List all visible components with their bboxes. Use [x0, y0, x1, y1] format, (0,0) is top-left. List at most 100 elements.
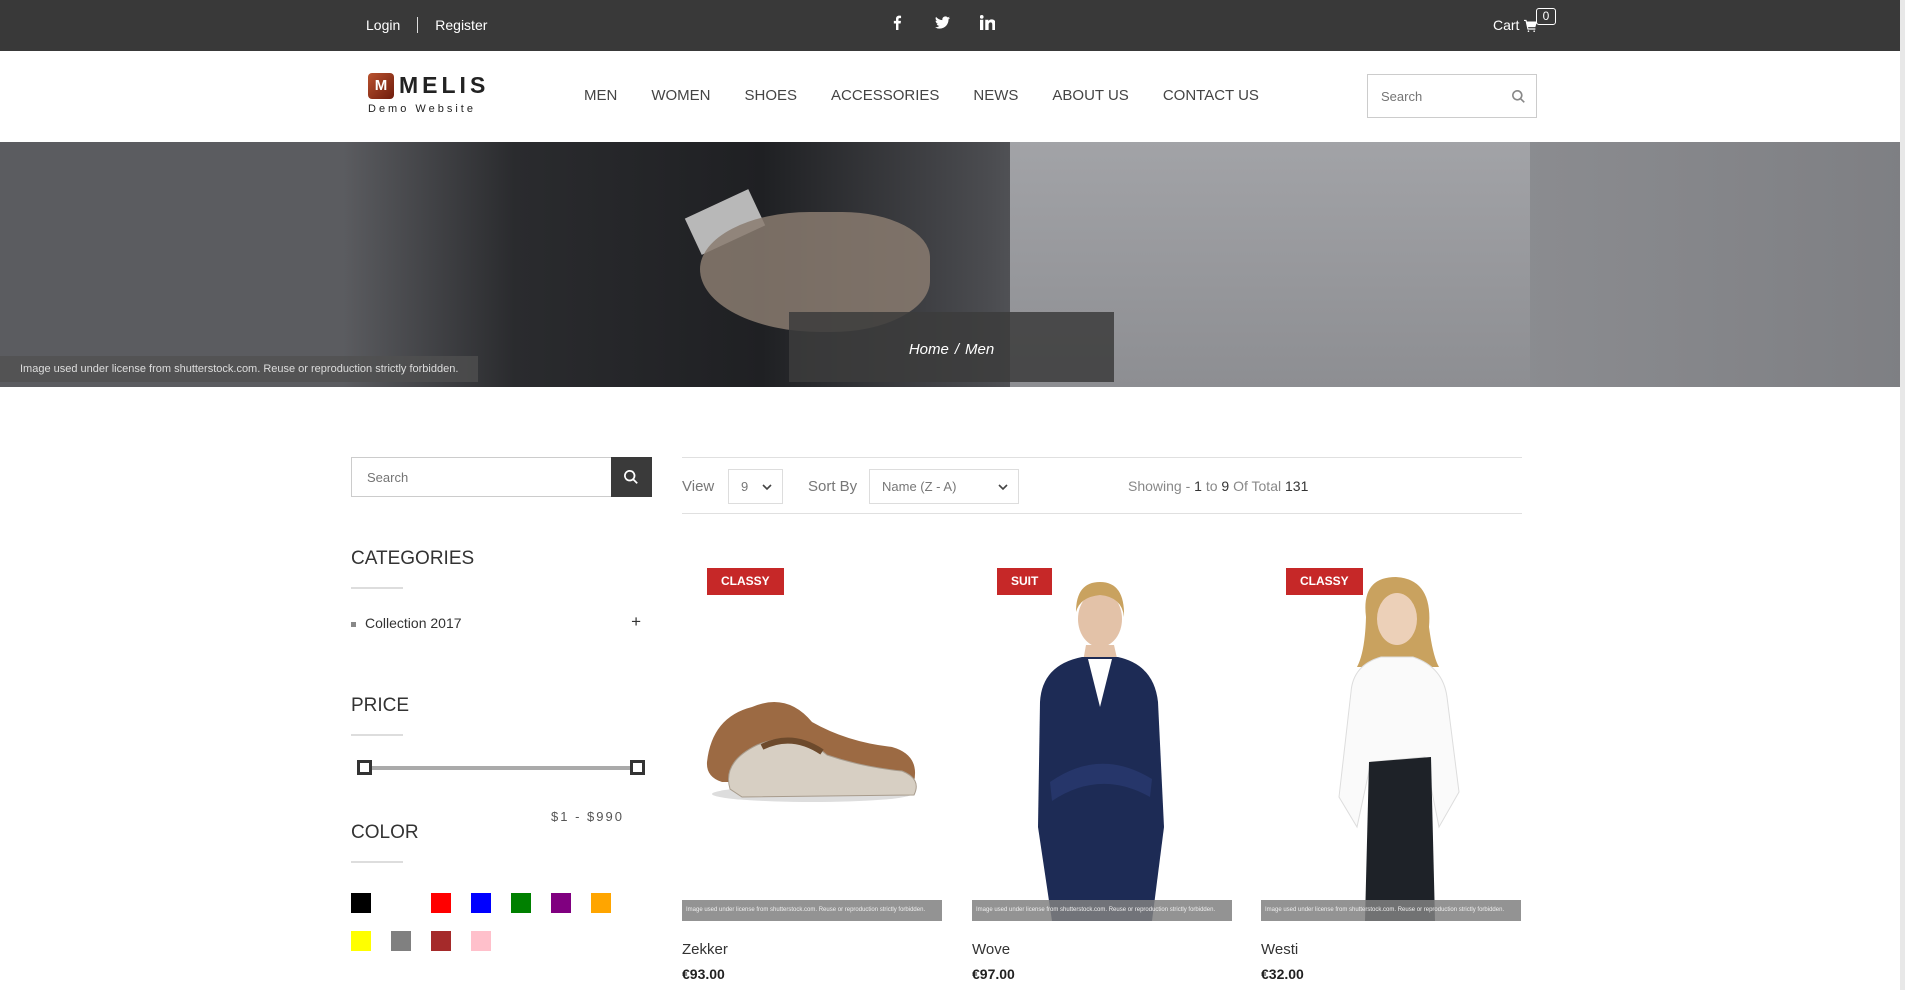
register-link[interactable]: Register: [435, 17, 487, 33]
nav-item-news[interactable]: NEWS: [973, 87, 1018, 104]
price-range-label: $1 - $990: [551, 809, 624, 824]
sidebar-search-input[interactable]: [352, 458, 607, 496]
sidebar-search: [351, 457, 652, 497]
color-swatch[interactable]: [391, 893, 411, 913]
cart-count-badge: 0: [1536, 8, 1556, 25]
category-bullet: [351, 621, 356, 627]
top-bar: Login Register Cart 0: [0, 0, 1905, 51]
price-slider-track[interactable]: [357, 766, 645, 770]
product-badge: SUIT: [997, 568, 1053, 595]
product-image[interactable]: CLASSY Image used under license from shu…: [1261, 557, 1521, 921]
sort-select[interactable]: Name (Z - A): [869, 469, 1019, 504]
chevron-down-icon: [998, 484, 1008, 491]
product-card[interactable]: SUIT Image used under license from shutt…: [972, 557, 1232, 982]
color-swatch[interactable]: [471, 893, 491, 913]
hero-license-text: Image used under license from shuttersto…: [0, 356, 479, 382]
color-swatch[interactable]: [471, 931, 491, 951]
product-image[interactable]: SUIT Image used under license from shutt…: [972, 557, 1232, 921]
product-price: €93.00: [682, 966, 725, 982]
social-links: [890, 15, 995, 30]
auth-links: Login Register: [366, 17, 487, 33]
cart-link[interactable]: Cart 0: [1493, 8, 1556, 33]
product-name[interactable]: Wove: [972, 941, 1232, 958]
color-swatch[interactable]: [591, 893, 611, 913]
color-swatch[interactable]: [511, 893, 531, 913]
category-expand-button[interactable]: +: [631, 612, 641, 632]
view-select[interactable]: 9: [728, 469, 783, 504]
nav-item-about-us[interactable]: ABOUT US: [1052, 87, 1128, 104]
facebook-icon[interactable]: [890, 15, 905, 30]
product-price: €97.00: [972, 966, 1015, 982]
breadcrumb-home[interactable]: Home: [909, 341, 949, 358]
price-slider-max-handle[interactable]: [630, 760, 645, 775]
category-label: Collection 2017: [365, 615, 462, 631]
search-icon[interactable]: [1512, 90, 1525, 103]
categories-title: CATEGORIES: [351, 548, 475, 569]
breadcrumb: Home / Men: [789, 312, 1114, 382]
product-badge: CLASSY: [1286, 568, 1363, 595]
chevron-down-icon: [762, 484, 772, 491]
woman-blouse-image: [1338, 577, 1460, 921]
product-license-text: Image used under license from shuttersto…: [972, 900, 1232, 921]
color-swatch[interactable]: [351, 893, 371, 913]
product-price: €32.00: [1261, 966, 1304, 982]
logo-subtitle: Demo Website: [368, 103, 476, 115]
results-to-word: to: [1205, 478, 1218, 494]
view-label: View: [682, 478, 715, 495]
product-image[interactable]: CLASSY Image used under license from shu…: [682, 557, 942, 921]
color-swatch[interactable]: [551, 893, 571, 913]
main-nav: MEN WOMEN SHOES ACCESSORIES NEWS ABOUT U…: [584, 87, 1293, 104]
header-search: [1367, 74, 1537, 118]
nav-item-contact-us[interactable]: CONTACT US: [1163, 87, 1259, 104]
auth-divider: [417, 17, 419, 33]
login-link[interactable]: Login: [366, 17, 400, 33]
price-underline: [351, 734, 403, 736]
color-underline: [351, 861, 403, 863]
cart-label: Cart: [1493, 17, 1520, 33]
results-total-word: Of Total: [1233, 478, 1282, 494]
view-select-value: 9: [741, 479, 749, 494]
sort-label: Sort By: [808, 478, 858, 495]
results-from: 1: [1194, 478, 1202, 494]
shoe-image: [706, 702, 917, 802]
price-title: PRICE: [351, 695, 410, 716]
product-badge: CLASSY: [707, 568, 784, 595]
product-name[interactable]: Zekker: [682, 941, 942, 958]
hero-banner: Image used under license from shuttersto…: [0, 142, 1905, 387]
page-scrollbar[interactable]: [1900, 0, 1905, 990]
main-header: M MELIS Demo Website MEN WOMEN SHOES ACC…: [0, 51, 1905, 142]
sort-select-value: Name (Z - A): [882, 479, 957, 494]
logo-mark: M: [368, 73, 394, 99]
results-total: 131: [1285, 478, 1309, 494]
color-swatch[interactable]: [431, 931, 451, 951]
color-swatch[interactable]: [391, 931, 411, 951]
product-license-text: Image used under license from shuttersto…: [1261, 900, 1521, 921]
product-card[interactable]: CLASSY Image used under license from shu…: [1261, 557, 1521, 982]
twitter-icon[interactable]: [935, 15, 950, 30]
woman-suit-image: [1038, 582, 1164, 921]
results-count: Showing - 1 to 9 Of Total 131: [1128, 478, 1308, 494]
sidebar-search-button[interactable]: [611, 457, 652, 497]
product-name[interactable]: Westi: [1261, 941, 1521, 958]
nav-item-women[interactable]: WOMEN: [651, 87, 710, 104]
color-swatch[interactable]: [431, 893, 451, 913]
categories-underline: [351, 587, 403, 589]
breadcrumb-current: Men: [965, 341, 995, 358]
nav-item-men[interactable]: MEN: [584, 87, 617, 104]
color-title: COLOR: [351, 822, 419, 843]
logo-name: MELIS: [399, 72, 490, 98]
site-logo[interactable]: M MELIS Demo Website: [366, 71, 496, 117]
color-swatch[interactable]: [351, 931, 371, 951]
header-search-input[interactable]: [1368, 75, 1498, 117]
linkedin-icon[interactable]: [980, 15, 995, 30]
breadcrumb-separator: /: [954, 341, 959, 358]
category-item[interactable]: Collection 2017 +: [351, 612, 641, 632]
price-slider-min-handle[interactable]: [357, 760, 372, 775]
results-prefix: Showing -: [1128, 478, 1191, 494]
search-icon: [624, 470, 638, 484]
page: Login Register Cart 0 M MELIS Demo Websi…: [0, 0, 1905, 990]
nav-item-shoes[interactable]: SHOES: [745, 87, 798, 104]
nav-item-accessories[interactable]: ACCESSORIES: [831, 87, 939, 104]
results-to: 9: [1221, 478, 1230, 494]
product-card[interactable]: CLASSY Image used under license from shu…: [682, 557, 942, 982]
